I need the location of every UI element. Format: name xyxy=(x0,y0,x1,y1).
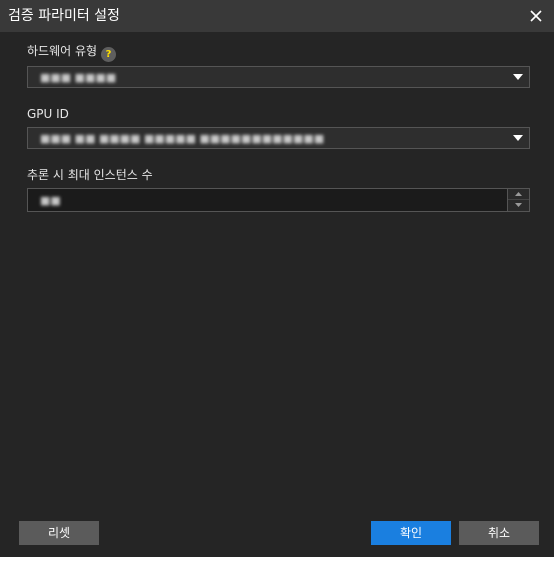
max-instances-label: 추론 시 최대 인스턴스 수 xyxy=(27,168,153,182)
increment-button[interactable] xyxy=(508,189,529,200)
max-instances-value: ■■ xyxy=(40,194,61,207)
dialog-title: 검증 파라미터 설정 xyxy=(8,8,120,24)
parameter-settings-dialog: 검증 파라미터 설정 하드웨어 유형? ■■■ ■■■■ GPU ID ■■■ … xyxy=(0,0,554,557)
reset-button[interactable]: 리셋 xyxy=(19,521,99,545)
chevron-up-icon xyxy=(515,192,522,196)
max-instances-spinbox[interactable]: ■■ xyxy=(27,188,530,212)
hardware-type-select[interactable]: ■■■ ■■■■ xyxy=(27,66,530,88)
gpu-id-value: ■■■ ■■ ■■■■ ■■■■■ ■■■■■■■■■■■■ xyxy=(40,132,325,145)
hardware-type-label-row: 하드웨어 유형? xyxy=(27,43,117,62)
chevron-down-icon xyxy=(513,74,523,80)
help-icon[interactable]: ? xyxy=(101,47,117,62)
gpu-id-select[interactable]: ■■■ ■■ ■■■■ ■■■■■ ■■■■■■■■■■■■ xyxy=(27,127,530,149)
close-icon[interactable] xyxy=(528,8,544,24)
hardware-type-value: ■■■ ■■■■ xyxy=(40,71,117,84)
gpu-id-label: GPU ID xyxy=(27,107,69,121)
chevron-down-icon xyxy=(515,203,522,207)
cancel-button[interactable]: 취소 xyxy=(459,521,539,545)
title-bar: 검증 파라미터 설정 xyxy=(0,0,554,32)
decrement-button[interactable] xyxy=(508,200,529,211)
hardware-type-label: 하드웨어 유형 xyxy=(27,44,98,58)
stepper xyxy=(507,189,529,211)
chevron-down-icon xyxy=(513,135,523,141)
ok-button[interactable]: 확인 xyxy=(371,521,451,545)
